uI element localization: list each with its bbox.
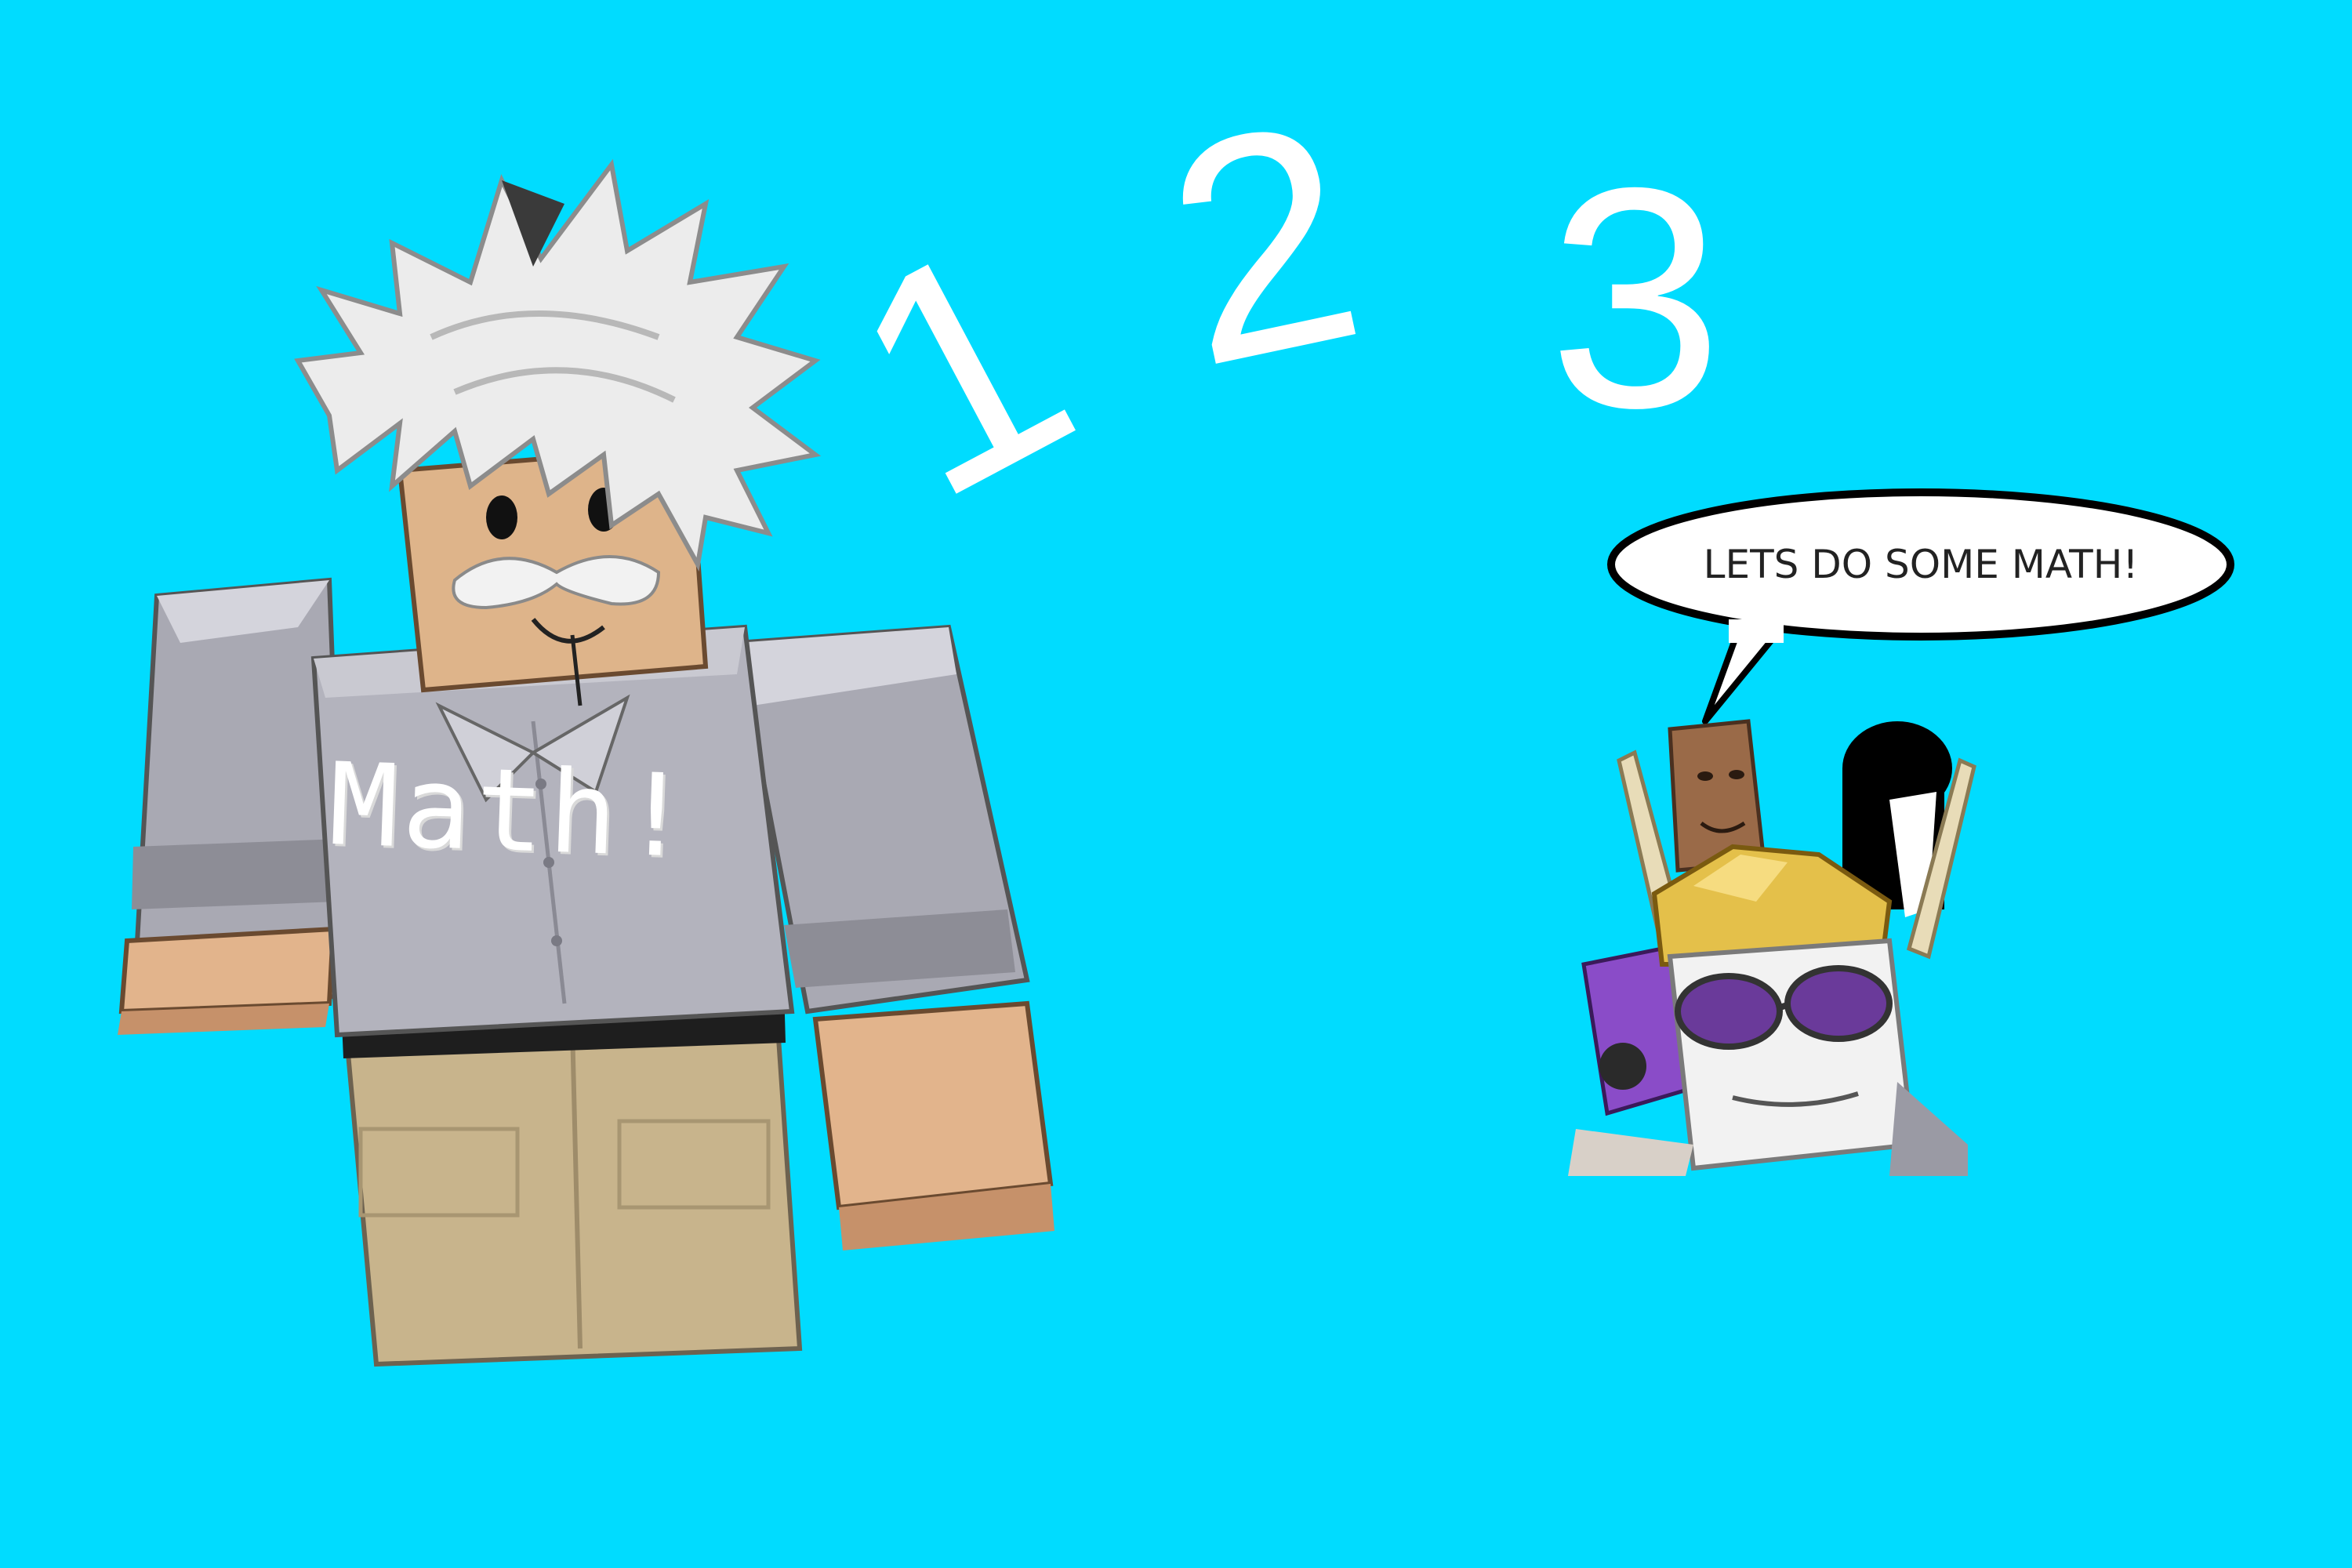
number-two: 2 <box>1141 53 1385 433</box>
shirt-label: Math! <box>327 738 698 884</box>
character-group-icon <box>1568 719 1976 1176</box>
speech-bubble-text: LETS DO SOME MATH! <box>1703 542 2139 587</box>
number-three: 3 <box>1548 122 1723 473</box>
game-scene: 1 2 3 Math! LETS DO SOME MATH! <box>0 0 2352 1568</box>
